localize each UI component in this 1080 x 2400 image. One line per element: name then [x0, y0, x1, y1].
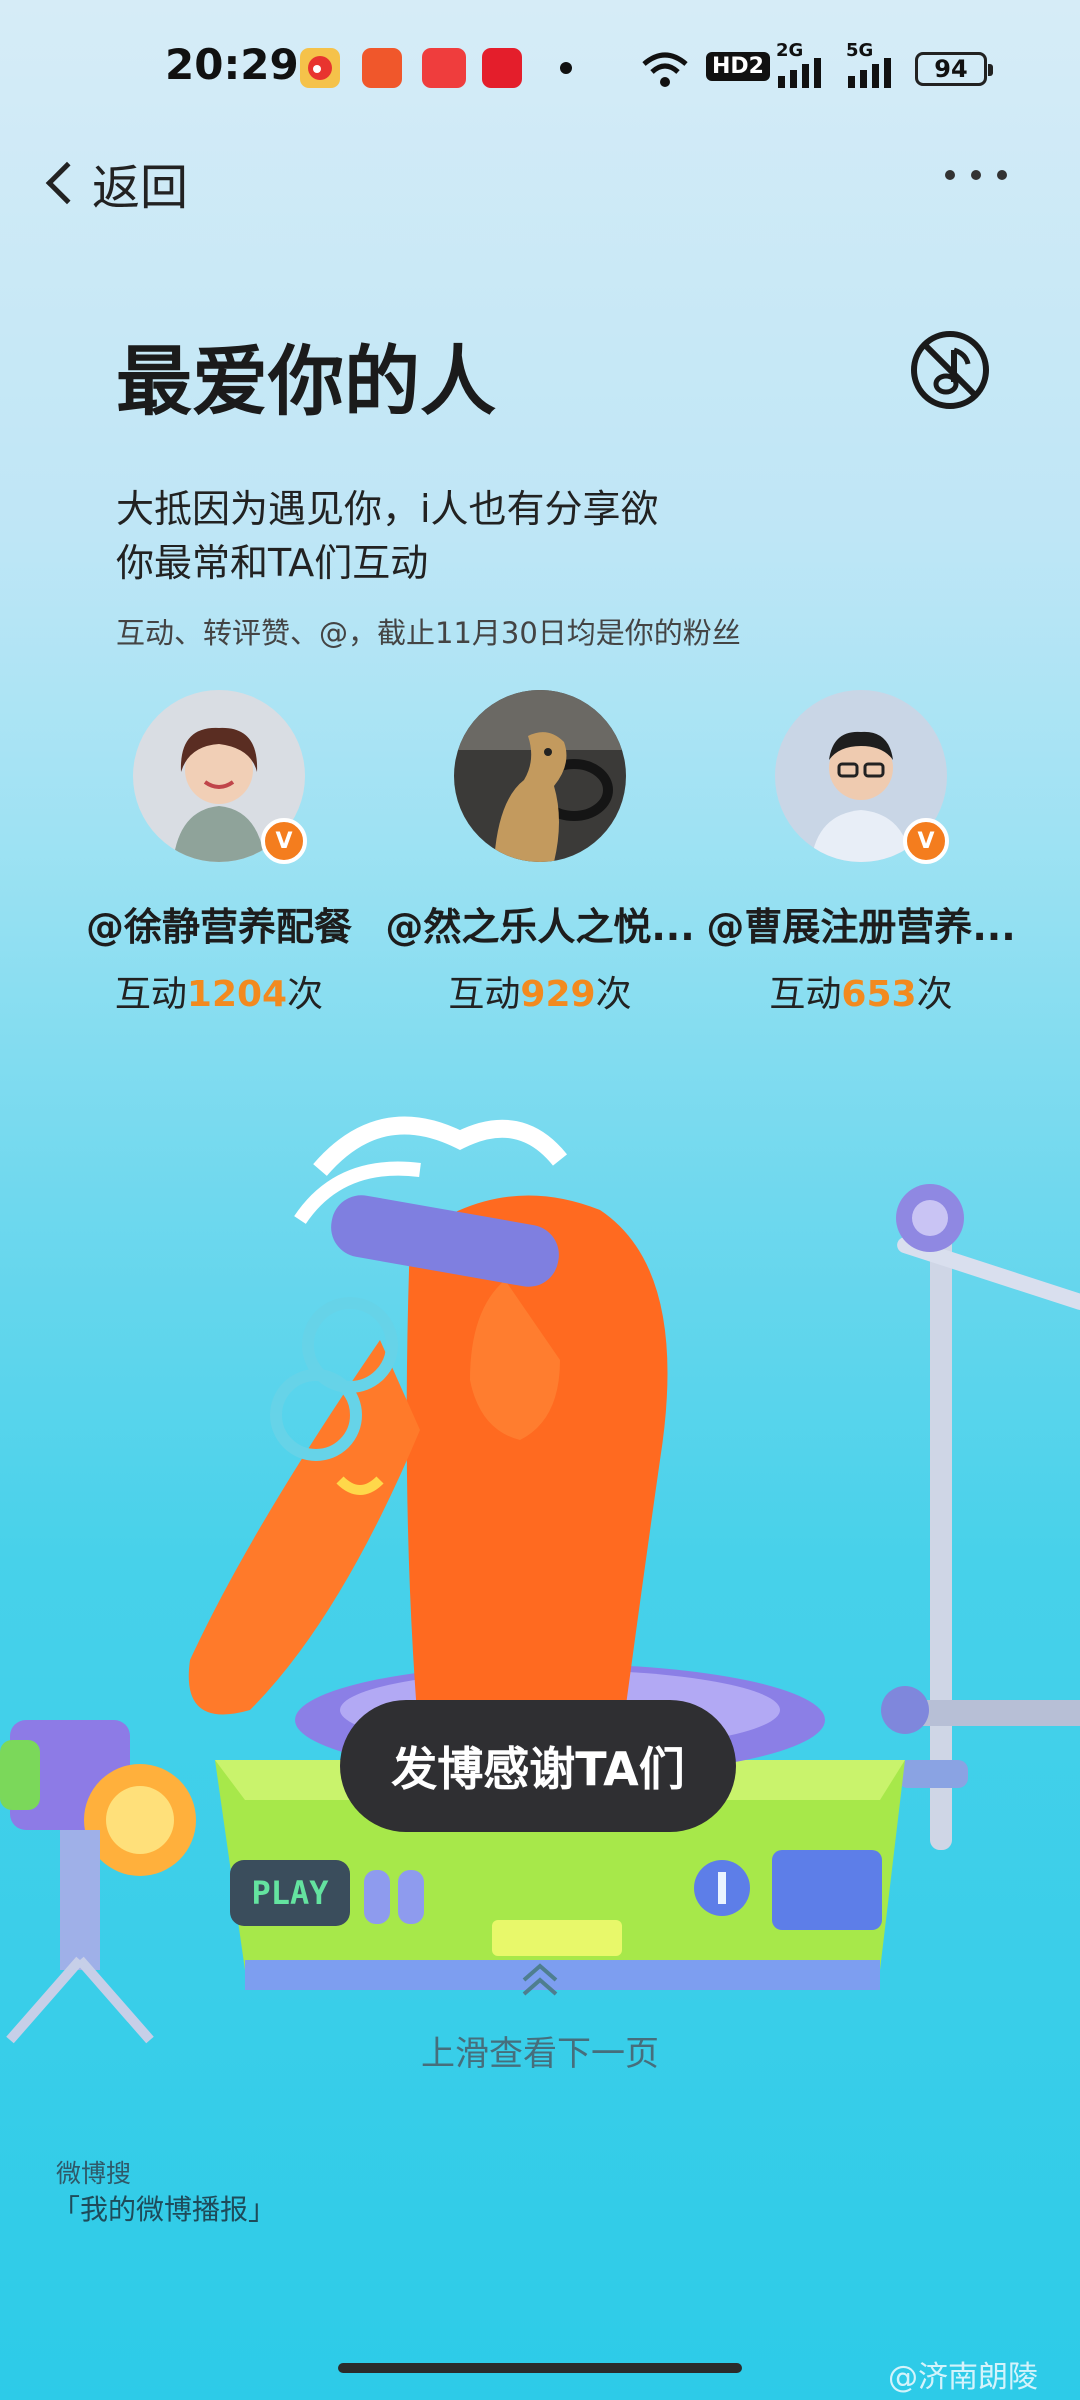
battery-level: 94	[934, 55, 968, 83]
weibo-search-label: 微博搜	[56, 2159, 132, 2188]
mascot-character	[188, 1116, 668, 1750]
interaction-count: 互动1204次	[114, 974, 324, 1015]
battery-icon: 94	[915, 52, 993, 86]
avatar[interactable]	[454, 690, 626, 862]
hd-badge: HD2	[706, 52, 770, 81]
subtitle-line-1: 大抵因为遇见你，i人也有分享欲	[116, 487, 659, 531]
signal-icon	[778, 58, 821, 88]
mic-stand-icon	[881, 1184, 1080, 1850]
friend-card-2[interactable]: @然之乐人之悦... 互动929次	[375, 690, 705, 1017]
swipe-up-icon	[522, 1963, 558, 1996]
verified-icon: V	[903, 818, 949, 864]
more-icon[interactable]	[945, 170, 1007, 180]
thank-them-button[interactable]: 发博感谢TA们	[340, 1700, 736, 1832]
page-title: 最爱你的人	[116, 337, 496, 426]
friend-name[interactable]: @曹展注册营养...	[696, 896, 1026, 951]
status-time: 20:29	[165, 40, 299, 89]
back-chevron-icon	[45, 161, 89, 205]
home-indicator[interactable]	[338, 2363, 742, 2373]
verified-icon: V	[261, 818, 307, 864]
svg-text:PLAY: PLAY	[251, 1874, 329, 1912]
subtitle-line-2: 你最常和TA们互动	[116, 541, 429, 585]
fan-note: 互动、转评赞、@，截止11月30日均是你的粉丝	[116, 616, 741, 650]
no-music-icon[interactable]	[908, 328, 992, 412]
friend-card-3[interactable]: V @曹展注册营养... 互动653次	[696, 690, 1026, 1017]
friend-card-1[interactable]: V @徐静营养配餐 互动1204次	[54, 690, 384, 1017]
weibo-app-icon	[300, 48, 340, 88]
shop-app-icon	[362, 48, 402, 88]
toutiao-app-icon	[422, 48, 466, 88]
topic-label[interactable]: 「我的微博播报」	[52, 2188, 276, 2228]
signal-icon	[848, 58, 891, 88]
back-button[interactable]: 返回	[40, 148, 188, 218]
interaction-count: 互动653次	[769, 974, 953, 1015]
wifi-icon	[642, 52, 688, 87]
swipe-hint[interactable]: 上滑查看下一页	[0, 2026, 1080, 2075]
interaction-count: 互动929次	[448, 974, 632, 1015]
back-label: 返回	[92, 160, 189, 216]
status-bar: 20:29 HD2 2G 5G 94	[0, 0, 1080, 140]
watermark: @济南朗陵	[888, 2360, 1038, 2395]
mascot-illustration: PLAY	[0, 1116, 1080, 2044]
gift-app-icon	[482, 48, 522, 88]
camera-icon	[0, 1720, 196, 2044]
friend-name[interactable]: @徐静营养配餐	[54, 896, 384, 951]
notification-dot	[560, 62, 572, 74]
friend-name[interactable]: @然之乐人之悦...	[375, 896, 705, 951]
